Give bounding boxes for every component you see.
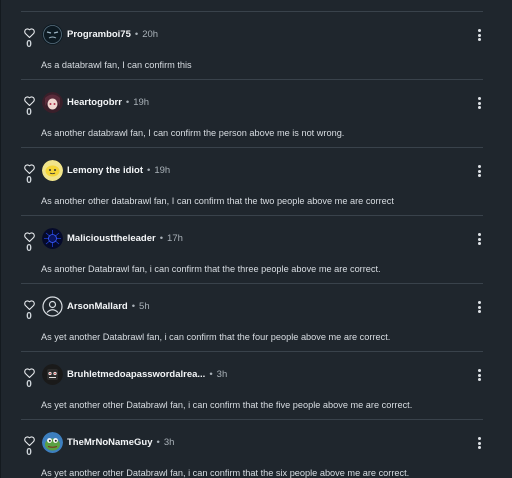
like-count: 0 [26,447,32,458]
comment-item: 0 Bruhletmedoapasswordalrea... • 3h As yet… [21,351,483,419]
comment-divider [21,351,483,352]
comment-text: As yet another other Databrawl fan, i ca… [41,468,410,478]
like-count: 0 [26,243,32,254]
like-control: 0 [21,232,37,254]
comment-item: 0 Lemony the idiot • 19h As another other … [21,147,483,215]
like-control: 0 [21,164,37,186]
comment-item: 0 Maliciousttheleader • 17h As another Dat… [21,215,483,283]
username-link[interactable]: Maliciousttheleader [67,233,156,244]
username-link[interactable]: Bruhletmedoapasswordalrea... [67,369,205,380]
separator-dot: • [131,301,136,312]
comment-meta: TheMrNoNameGuy • 3h [67,436,174,450]
like-count: 0 [26,311,32,322]
lemon-avatar[interactable] [42,160,63,181]
more-options-icon[interactable] [475,29,483,43]
heart-icon[interactable] [21,164,37,174]
timestamp: 19h [154,165,171,176]
comment-divider [21,215,483,216]
like-control: 0 [21,436,37,458]
separator-dot: • [156,437,160,448]
anime-girl-avatar[interactable] [42,92,63,113]
username-link[interactable]: TheMrNoNameGuy [67,437,153,448]
dark-face-avatar[interactable] [42,24,63,45]
username-link[interactable]: Heartogobrr [67,97,122,108]
timestamp: 5h [139,301,150,312]
timestamp: 20h [142,29,159,40]
comment-text: As a databrawl fan, I can confirm this [41,60,192,70]
username-link[interactable]: Lemony the idiot [67,165,143,176]
heart-icon[interactable] [21,28,37,38]
comment-meta: Lemony the idiot • 19h [67,164,170,178]
comment-item: 0 ArsonMallard • 5h As yet another Databra… [21,283,483,351]
comment-meta: ArsonMallard • 5h [67,300,150,314]
timestamp: 3h [163,437,175,448]
comment-divider [21,147,483,148]
heart-icon[interactable] [21,368,37,378]
like-count: 0 [26,39,32,50]
separator-dot: • [209,369,213,380]
username-link[interactable]: Programboi75 [67,29,131,40]
more-options-icon[interactable] [475,437,483,451]
like-count: 0 [26,175,32,186]
blue-grid-avatar[interactable] [42,228,63,249]
more-options-icon[interactable] [475,369,483,383]
more-options-icon[interactable] [475,165,483,179]
like-count: 0 [26,379,32,390]
comment-divider [21,419,483,420]
more-options-icon[interactable] [475,233,483,247]
comment-item: 0 TheMrNoNameGuy • 3h As yet another other… [21,419,483,478]
timestamp: 17h [167,233,183,244]
comment-divider [21,79,483,80]
username-link[interactable]: ArsonMallard [67,301,128,312]
comment-divider [21,283,483,284]
comment-item: 0 Programboi75 • 20h As a databrawl fan, I… [21,11,483,79]
separator-dot: • [125,97,130,108]
green-frog-avatar[interactable] [42,432,63,453]
comment-item: 0 Heartogobrr • 19h As another databrawl f… [21,79,483,147]
default-user-avatar[interactable] [42,296,63,317]
like-control: 0 [21,96,37,118]
comment-thread: 0 Programboi75 • 20h As a databrawl fan, I… [0,0,512,478]
timestamp: 3h [216,369,228,380]
heart-icon[interactable] [21,96,37,106]
comment-text: As yet another Databrawl fan, i can conf… [41,332,391,342]
separator-dot: • [159,233,164,244]
comment-text: As another databrawl fan, I can confirm … [41,128,345,138]
heart-icon[interactable] [21,232,37,242]
dark-character-avatar[interactable] [42,364,63,385]
like-control: 0 [21,368,37,390]
separator-dot: • [134,29,139,40]
heart-icon[interactable] [21,436,37,446]
heart-icon[interactable] [21,300,37,310]
comment-text: As another other databrawl fan, I can co… [41,196,394,206]
more-options-icon[interactable] [475,301,483,315]
like-control: 0 [21,300,37,322]
comment-meta: Maliciousttheleader • 17h [67,232,183,246]
like-count: 0 [26,107,32,118]
like-control: 0 [21,28,37,50]
comment-meta: Programboi75 • 20h [67,28,158,42]
comment-meta: Heartogobrr • 19h [67,96,149,110]
comment-text: As yet another other Databrawl fan, i ca… [41,400,413,410]
comment-meta: Bruhletmedoapasswordalrea... • 3h [67,368,227,382]
timestamp: 19h [133,97,150,108]
separator-dot: • [147,165,151,176]
more-options-icon[interactable] [475,97,483,111]
comment-text: As another Databrawl fan, i can confirm … [41,264,381,274]
